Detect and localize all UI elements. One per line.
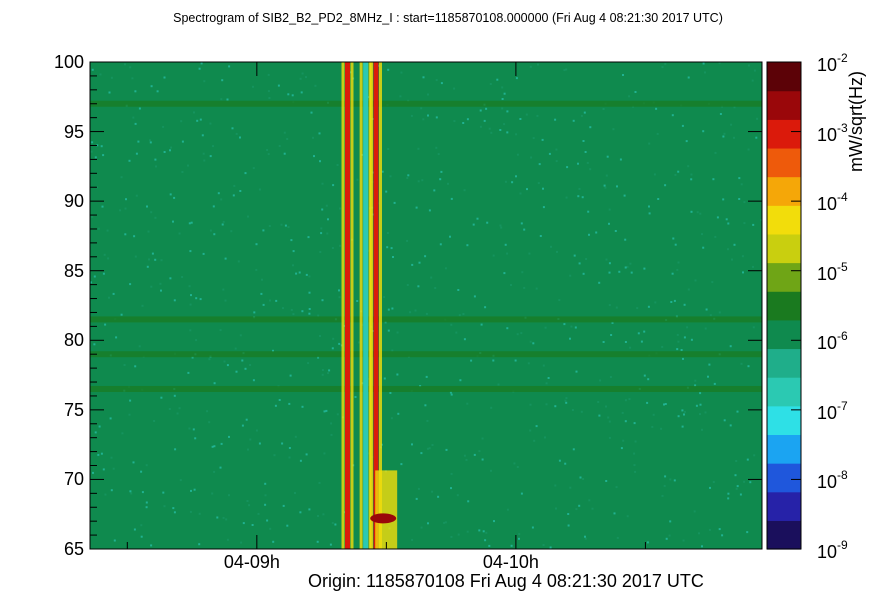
vertical-line bbox=[363, 62, 369, 549]
time-origin-label: Origin: 1185870108 Fri Aug 4 08:21:30 20… bbox=[308, 571, 704, 591]
color-scale-bar bbox=[766, 61, 802, 550]
vertical-line-halo bbox=[350, 62, 354, 549]
color-scale-step bbox=[767, 491, 801, 521]
color-scale-tick-label: 10-6 bbox=[817, 329, 848, 354]
horizontal-band bbox=[90, 316, 762, 323]
color-scale-step bbox=[767, 520, 801, 550]
color-scale-step bbox=[767, 147, 801, 178]
y-tick-label: 65 bbox=[63, 539, 84, 559]
color-scale-tick-label: 10-2 bbox=[817, 51, 848, 75]
vertical-line-halo bbox=[359, 62, 363, 549]
color-scale-tick-label: 10-3 bbox=[817, 120, 848, 145]
y-tick-label: 90 bbox=[63, 191, 84, 212]
color-scale-step bbox=[767, 348, 801, 378]
y-tick-label: 75 bbox=[63, 399, 84, 420]
color-scale-step bbox=[767, 233, 801, 264]
y-tick-label: 85 bbox=[63, 260, 84, 281]
color-scale-tick-label: 10-7 bbox=[817, 398, 848, 423]
horizontal-band bbox=[90, 100, 762, 107]
y-tick-label: 80 bbox=[63, 330, 84, 351]
vertical-line-halo bbox=[370, 62, 374, 549]
color-scale-label: mW/sqrt(Hz) bbox=[846, 71, 866, 172]
color-scale-step bbox=[767, 319, 801, 350]
x-tick-label: 04-10h bbox=[482, 552, 539, 572]
color-scale-step bbox=[767, 205, 801, 235]
color-scale-step bbox=[767, 291, 801, 321]
color-scale-step bbox=[767, 434, 801, 464]
vertical-line bbox=[345, 62, 351, 549]
color-scale-tick-label: 10-5 bbox=[817, 259, 848, 284]
x-tick-label: 04-09h bbox=[223, 552, 280, 572]
y-tick-label: 95 bbox=[63, 121, 84, 142]
color-scale-step bbox=[767, 90, 801, 120]
color-scale-step bbox=[767, 119, 801, 149]
plot-area bbox=[90, 62, 762, 549]
vertical-line-halo bbox=[341, 62, 345, 549]
color-scale-tick-label: 10-8 bbox=[817, 468, 848, 493]
horizontal-band bbox=[90, 385, 762, 392]
hot-spot-region bbox=[375, 470, 398, 549]
color-scale-tick-label: 10-4 bbox=[817, 190, 848, 215]
spectrogram-chart bbox=[89, 61, 802, 550]
horizontal-band bbox=[90, 351, 762, 358]
y-tick-label: 100 bbox=[53, 52, 84, 72]
color-scale-step bbox=[767, 377, 801, 407]
hot-spot bbox=[370, 513, 397, 524]
color-scale-step bbox=[767, 62, 801, 92]
color-scale-step bbox=[767, 463, 801, 493]
y-tick-label: 70 bbox=[63, 469, 84, 490]
color-scale-step bbox=[767, 262, 801, 292]
color-scale-tick-label: 10-9 bbox=[817, 538, 848, 562]
